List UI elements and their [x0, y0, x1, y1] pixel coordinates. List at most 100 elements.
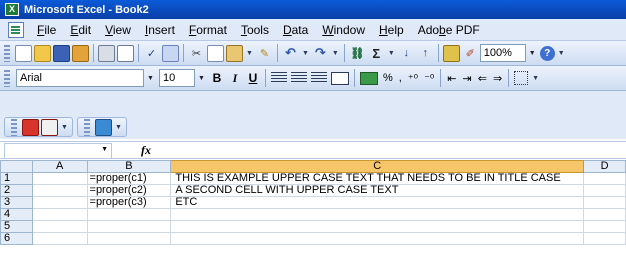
underline-button[interactable]: U — [244, 71, 262, 85]
cell-c2[interactable]: A SECOND CELL WITH UPPER CASE TEXT — [170, 184, 585, 197]
redo-dropdown-icon[interactable]: ▼ — [332, 50, 339, 57]
redo-icon[interactable]: ↷ — [312, 45, 329, 62]
autosum-icon[interactable]: Σ — [368, 45, 385, 62]
column-header-b[interactable]: B — [86, 160, 172, 173]
cell-a4[interactable] — [31, 208, 88, 221]
cell-a2[interactable] — [31, 184, 88, 197]
help-icon[interactable]: ? — [539, 45, 555, 61]
cell-c3[interactable]: ETC — [170, 196, 585, 209]
sort-descending-icon[interactable]: ↑ — [417, 45, 434, 62]
cell-d4[interactable] — [583, 208, 626, 221]
cell-a6[interactable] — [31, 232, 88, 245]
outdent-icon[interactable]: ⇤ — [447, 72, 456, 85]
align-left-icon[interactable] — [271, 72, 287, 84]
font-size-dropdown-icon[interactable]: ▼ — [195, 69, 208, 87]
decrease-indent-icon[interactable]: ⇐ — [478, 72, 487, 85]
copy-icon[interactable] — [207, 44, 224, 62]
toolbar-grip[interactable] — [11, 118, 17, 136]
bold-button[interactable]: B — [208, 71, 226, 85]
row-header[interactable]: 6 — [0, 232, 33, 245]
formula-input[interactable] — [160, 143, 624, 159]
cell-d5[interactable] — [583, 220, 626, 233]
undo-icon[interactable]: ↶ — [282, 45, 299, 62]
cell-d6[interactable] — [583, 232, 626, 245]
cell-d2[interactable] — [583, 184, 626, 197]
merge-center-icon[interactable] — [331, 71, 349, 85]
row-header[interactable]: 1 — [0, 172, 33, 185]
permission-icon[interactable] — [72, 44, 89, 62]
save-icon[interactable] — [53, 44, 70, 62]
menu-view[interactable]: View — [98, 23, 138, 37]
currency-icon[interactable] — [360, 71, 378, 85]
toolbar-options-icon[interactable]: ▼ — [115, 124, 122, 131]
menu-window[interactable]: Window — [315, 23, 372, 37]
row-header[interactable]: 3 — [0, 196, 33, 209]
menu-tools[interactable]: Tools — [234, 23, 276, 37]
percent-button[interactable]: % — [383, 72, 393, 84]
new-document-icon[interactable] — [15, 44, 32, 62]
select-all-corner[interactable] — [0, 160, 33, 173]
pdf-mail-icon[interactable] — [41, 118, 58, 136]
research-icon[interactable] — [162, 44, 179, 62]
menu-help[interactable]: Help — [372, 23, 411, 37]
zoom-dropdown-icon[interactable]: ▼ — [526, 44, 539, 62]
open-folder-icon[interactable] — [34, 44, 51, 62]
cell-c5[interactable] — [170, 220, 585, 233]
toolbar-grip[interactable] — [4, 44, 10, 62]
sort-ascending-icon[interactable]: ↓ — [398, 45, 415, 62]
menu-data[interactable]: Data — [276, 23, 315, 37]
font-size-select[interactable]: 10 — [159, 69, 195, 87]
menu-insert[interactable]: Insert — [138, 23, 182, 37]
comma-style-button[interactable]: , — [399, 72, 402, 84]
increase-indent-icon[interactable]: ⇒ — [493, 72, 502, 85]
paste-icon[interactable] — [226, 44, 243, 62]
hyperlink-icon[interactable]: ⛓ — [349, 45, 366, 62]
italic-button[interactable]: I — [226, 71, 244, 86]
chart-wizard-icon[interactable] — [442, 44, 460, 62]
drawing-icon[interactable]: ✐ — [462, 45, 479, 62]
column-header-a[interactable]: A — [31, 160, 88, 173]
toolbar-options-icon[interactable]: ▼ — [61, 124, 68, 131]
toolbar-options-icon[interactable]: ▼ — [558, 50, 565, 57]
cell-d3[interactable] — [583, 196, 626, 209]
toolbar-grip[interactable] — [4, 69, 10, 87]
network-icon[interactable] — [94, 118, 112, 136]
print-icon[interactable] — [98, 44, 115, 62]
column-header-d[interactable]: D — [583, 160, 626, 173]
spelling-icon[interactable]: ✓ — [143, 45, 160, 62]
undo-dropdown-icon[interactable]: ▼ — [302, 50, 309, 57]
menu-file[interactable]: File — [30, 23, 63, 37]
borders-icon[interactable] — [514, 71, 529, 85]
toolbar-grip[interactable] — [83, 118, 90, 136]
menu-edit[interactable]: Edit — [63, 23, 98, 37]
cell-c6[interactable] — [170, 232, 585, 245]
row-header[interactable]: 5 — [0, 220, 33, 233]
cell-a1[interactable] — [31, 172, 88, 185]
increase-decimal-icon[interactable]: ⁺⁰ — [408, 72, 418, 85]
format-painter-icon[interactable]: ✎ — [256, 45, 273, 62]
align-right-icon[interactable] — [311, 72, 327, 84]
excel-icon[interactable]: X — [5, 3, 19, 16]
borders-dropdown-icon[interactable]: ▼ — [532, 75, 539, 82]
menu-adobe-pdf[interactable]: Adobe PDF — [411, 23, 487, 37]
cell-b5[interactable] — [86, 220, 172, 233]
cell-c1[interactable]: THIS IS EXAMPLE UPPER CASE TEXT THAT NEE… — [170, 172, 585, 185]
indent-icon[interactable]: ⇥ — [463, 72, 472, 85]
row-header[interactable]: 2 — [0, 184, 33, 197]
cell-b4[interactable] — [86, 208, 172, 221]
pdf-icon[interactable] — [22, 118, 39, 136]
menu-format[interactable]: Format — [182, 23, 234, 37]
workbook-icon[interactable] — [8, 21, 24, 38]
print-preview-icon[interactable] — [117, 44, 134, 62]
insert-function-icon[interactable]: fx — [141, 143, 151, 158]
row-header[interactable]: 4 — [0, 208, 33, 221]
font-dropdown-icon[interactable]: ▼ — [144, 69, 157, 87]
cut-icon[interactable]: ✂ — [188, 45, 205, 62]
zoom-select[interactable]: 100% — [479, 44, 526, 62]
cell-a3[interactable] — [31, 196, 88, 209]
cell-a5[interactable] — [31, 220, 88, 233]
cell-d1[interactable] — [583, 172, 626, 185]
cell-b6[interactable] — [86, 232, 172, 245]
autosum-dropdown-icon[interactable]: ▼ — [388, 50, 395, 57]
name-box-dropdown-icon[interactable]: ▼ — [101, 146, 108, 153]
